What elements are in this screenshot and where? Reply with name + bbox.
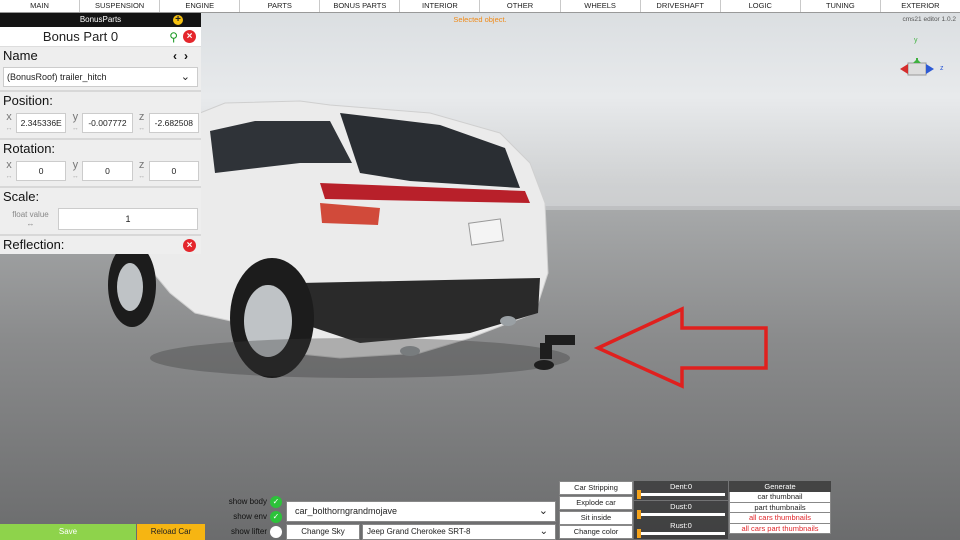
rotation-label: Rotation: — [3, 141, 56, 156]
tab-wheels[interactable]: WHEELS — [561, 0, 641, 12]
search-icon[interactable]: ⚲ — [169, 30, 178, 44]
slider-handle — [637, 509, 641, 519]
explode-car-button[interactable]: Explode car — [559, 495, 633, 510]
part-type-value: (BonusRoof) trailer_hitch — [7, 72, 107, 82]
tab-tuning[interactable]: TUNING — [801, 0, 881, 12]
tab-engine[interactable]: ENGINE — [160, 0, 241, 12]
position-section: Position: x ↔ 2.345336E y ↔ -0.007772 z ↔ -2.6… — [0, 92, 201, 140]
car-id-value: car_bolthorngrandmojave — [295, 506, 398, 516]
chevron-down-icon: ⌄ — [180, 71, 190, 83]
reflection-label: Reflection: — [3, 237, 65, 252]
scale-label: Scale: — [3, 189, 40, 204]
slider-handle — [637, 529, 641, 538]
part-name: Bonus Part 0 — [42, 29, 119, 44]
position-label: Position: — [3, 93, 53, 108]
change-sky-button[interactable]: Change Sky — [286, 524, 360, 540]
show-body-toggle[interactable]: show body ✓ — [210, 494, 282, 509]
add-part-icon[interactable]: + — [173, 15, 183, 25]
save-button[interactable]: Save — [0, 524, 136, 540]
part-selector: Bonus Part 0 ⚲ × — [0, 27, 201, 47]
gizmo-z-label: z — [940, 65, 944, 72]
car-name-dropdown[interactable]: Jeep Grand Cherokee SRT-8 ⌄ — [362, 524, 556, 540]
prev-next-arrows-icon[interactable]: ‹› — [173, 49, 195, 63]
axis-x-label[interactable]: x ↔ — [2, 112, 16, 134]
tab-bonus-parts[interactable]: BONUS PARTS — [320, 0, 401, 12]
axis-y-label[interactable]: y ↔ — [68, 112, 82, 134]
scale-section: Scale: float value ↔ 1 — [0, 188, 201, 236]
selection-status: Selected object. — [453, 15, 507, 24]
unchecked-icon — [270, 525, 282, 538]
car-actions: Car Stripping Explode car Sit inside Cha… — [559, 481, 633, 540]
dust-slider[interactable]: Dust:0 — [634, 500, 728, 520]
generate-panel: Generate car thumbnail part thumbnails a… — [729, 481, 831, 534]
show-lifter-toggle[interactable]: show lifter — [210, 524, 282, 539]
reflection-section: Reflection: × — [0, 236, 201, 254]
dent-slider[interactable]: Dent:0 — [634, 481, 728, 500]
panel-header: BonusParts + — [0, 13, 201, 27]
float-value-label[interactable]: float value ↔ — [3, 210, 58, 228]
tab-interior[interactable]: INTERIOR — [400, 0, 481, 12]
rotation-y-field[interactable]: 0 — [82, 161, 133, 181]
reload-car-button[interactable]: Reload Car — [137, 524, 205, 540]
tab-driveshaft[interactable]: DRIVESHAFT — [641, 0, 721, 12]
car-name-value: Jeep Grand Cherokee SRT-8 — [367, 527, 471, 536]
rotation-z-field[interactable]: 0 — [148, 161, 199, 181]
change-color-button[interactable]: Change color — [559, 525, 633, 540]
rotation-x-field[interactable]: 0 — [16, 161, 67, 181]
car-id-dropdown[interactable]: car_bolthorngrandmojave ⌄ — [286, 501, 556, 522]
part-thumbnails-button[interactable]: part thumbnails — [729, 502, 831, 513]
rotation-section: Rotation: x ↔ 0 y ↔ 0 z ↔ 0 — [0, 140, 201, 188]
version-label: cms21 editor 1.0.2 — [902, 16, 956, 23]
car-thumbnail-button[interactable]: car thumbnail — [729, 492, 831, 503]
condition-sliders: Dent:0 Dust:0 Rust:0 — [634, 481, 728, 540]
slider-handle — [637, 490, 641, 499]
check-icon: ✓ — [270, 495, 282, 508]
position-x-field[interactable]: 2.345336E — [16, 113, 67, 133]
part-type-dropdown[interactable]: (BonusRoof) trailer_hitch ⌄ — [3, 67, 198, 87]
all-cars-part-thumbnails-button[interactable]: all cars part thumbnails — [729, 523, 831, 534]
axis-x-label[interactable]: x ↔ — [2, 160, 16, 182]
show-env-toggle[interactable]: show env ✓ — [210, 509, 282, 524]
axis-z-label[interactable]: z ↔ — [135, 112, 149, 134]
tab-exterior[interactable]: EXTERIOR — [881, 0, 960, 12]
tab-suspension[interactable]: SUSPENSION — [80, 0, 161, 12]
highlight-arrow — [593, 306, 768, 389]
visibility-toggles: show body ✓ show env ✓ show lifter — [210, 494, 282, 539]
tab-parts[interactable]: PARTS — [240, 0, 321, 12]
all-cars-thumbnails-button[interactable]: all cars thumbnails — [729, 513, 831, 524]
tab-logic[interactable]: LOGIC — [721, 0, 801, 12]
name-section: Name ‹› (BonusRoof) trailer_hitch ⌄ — [0, 47, 201, 92]
chevron-down-icon: ⌄ — [538, 505, 548, 517]
top-menu-bar: MAIN SUSPENSION ENGINE PARTS BONUS PARTS… — [0, 0, 960, 13]
rust-slider[interactable]: Rust:0 — [634, 520, 728, 539]
axis-z-label[interactable]: z ↔ — [135, 160, 149, 182]
orientation-gizmo — [900, 58, 934, 76]
gizmo-y-label: y — [914, 37, 918, 44]
reflection-close-icon[interactable]: × — [183, 239, 196, 252]
sit-inside-button[interactable]: Sit inside — [559, 510, 633, 525]
car-stripping-button[interactable]: Car Stripping — [559, 481, 633, 495]
tab-main[interactable]: MAIN — [0, 0, 81, 12]
axis-y-label[interactable]: y ↔ — [68, 160, 82, 182]
position-z-field[interactable]: -2.682508 — [148, 113, 199, 133]
delete-part-icon[interactable]: × — [183, 30, 196, 43]
generate-header: Generate — [729, 481, 831, 492]
panel-title: BonusParts — [79, 15, 122, 24]
tab-other[interactable]: OTHER — [480, 0, 561, 12]
chevron-down-icon: ⌄ — [539, 526, 548, 537]
scale-field[interactable]: 1 — [58, 208, 198, 230]
position-y-field[interactable]: -0.007772 — [82, 113, 133, 133]
check-icon: ✓ — [270, 510, 282, 523]
name-label: Name — [3, 48, 38, 63]
bonus-parts-panel: BonusParts + Bonus Part 0 ⚲ × Name ‹› (B… — [0, 13, 201, 254]
